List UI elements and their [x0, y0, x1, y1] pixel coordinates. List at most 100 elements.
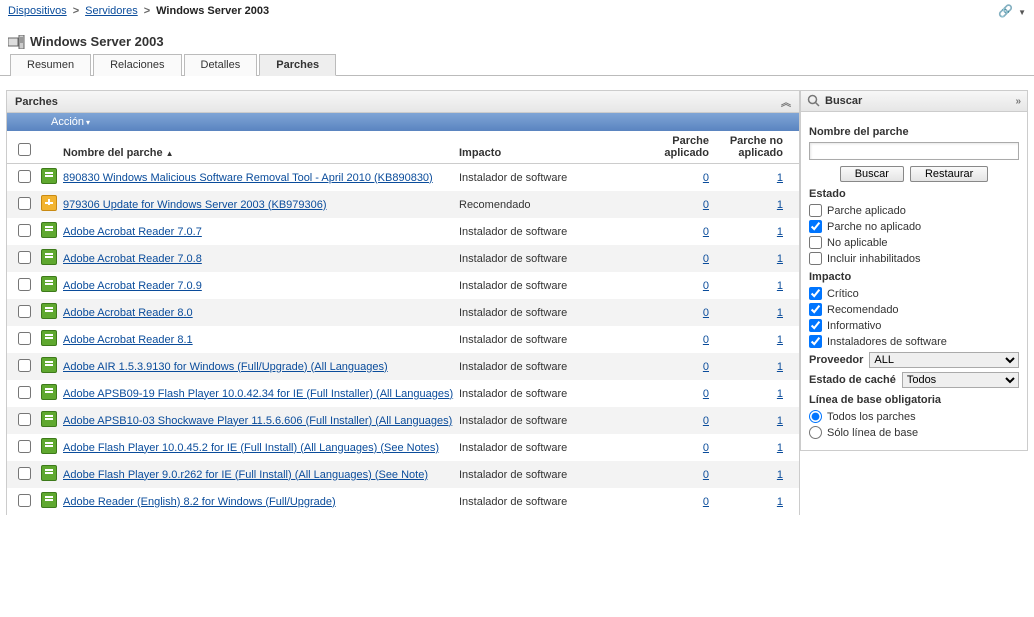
patch-notapplied-link[interactable]: 1: [777, 172, 783, 184]
patch-applied-link[interactable]: 0: [703, 307, 709, 319]
patch-applied-link[interactable]: 0: [703, 334, 709, 346]
patch-name-link[interactable]: Adobe APSB09-19 Flash Player 10.0.42.34 …: [63, 388, 453, 400]
parches-section-title: Parches: [15, 96, 58, 108]
reset-button[interactable]: Restaurar: [910, 166, 988, 182]
tab-relaciones[interactable]: Relaciones: [93, 54, 181, 76]
patch-applied-link[interactable]: 0: [703, 226, 709, 238]
impacto-checkbox[interactable]: [809, 319, 822, 332]
patch-name-link[interactable]: Adobe APSB10-03 Shockwave Player 11.5.6.…: [63, 415, 452, 427]
breadcrumb-dispositivos[interactable]: Dispositivos: [8, 5, 67, 17]
select-all-checkbox[interactable]: [18, 143, 31, 156]
patch-notapplied-link[interactable]: 1: [777, 253, 783, 265]
impacto-checkbox[interactable]: [809, 287, 822, 300]
patch-applied-link[interactable]: 0: [703, 280, 709, 292]
row-checkbox[interactable]: [18, 305, 31, 318]
impacto-checkbox[interactable]: [809, 303, 822, 316]
patch-name-link[interactable]: Adobe Acrobat Reader 7.0.7: [63, 226, 202, 238]
row-checkbox[interactable]: [18, 224, 31, 237]
patch-notapplied-link[interactable]: 1: [777, 307, 783, 319]
patch-name-link[interactable]: 979306 Update for Windows Server 2003 (K…: [63, 199, 327, 211]
col-header-impacto[interactable]: Impacto: [459, 147, 639, 159]
row-checkbox[interactable]: [18, 278, 31, 291]
patch-applied-link[interactable]: 0: [703, 199, 709, 211]
patch-icon: [41, 411, 57, 427]
row-checkbox[interactable]: [18, 413, 31, 426]
patch-applied-link[interactable]: 0: [703, 496, 709, 508]
estado-checkbox[interactable]: [809, 236, 822, 249]
row-checkbox[interactable]: [18, 440, 31, 453]
breadcrumb-separator: >: [73, 5, 79, 17]
patch-applied-link[interactable]: 0: [703, 361, 709, 373]
impacto-checkbox[interactable]: [809, 335, 822, 348]
table-row: Adobe Acrobat Reader 7.0.7Instalador de …: [7, 218, 799, 245]
proveedor-select[interactable]: ALL: [869, 352, 1019, 368]
collapse-icon[interactable]: ︽: [781, 94, 791, 109]
row-checkbox[interactable]: [18, 359, 31, 372]
tab-resumen[interactable]: Resumen: [10, 54, 91, 76]
patch-impacto: Instalador de software: [459, 307, 639, 319]
estado-checkbox[interactable]: [809, 220, 822, 233]
patch-applied-link[interactable]: 0: [703, 253, 709, 265]
patch-icon: [41, 303, 57, 319]
patch-name-link[interactable]: Adobe Reader (English) 8.2 for Windows (…: [63, 496, 336, 508]
patch-name-link[interactable]: Adobe Acrobat Reader 7.0.8: [63, 253, 202, 265]
patch-notapplied-link[interactable]: 1: [777, 199, 783, 211]
patch-applied-link[interactable]: 0: [703, 442, 709, 454]
patch-name-link[interactable]: 890830 Windows Malicious Software Remova…: [63, 172, 433, 184]
patch-notapplied-link[interactable]: 1: [777, 280, 783, 292]
action-menu[interactable]: Acción▾: [51, 116, 90, 128]
col-header-notapplied[interactable]: Parche no aplicado: [719, 135, 799, 159]
estado-checkbox[interactable]: [809, 204, 822, 217]
patch-notapplied-link[interactable]: 1: [777, 415, 783, 427]
patch-name-link[interactable]: Adobe Acrobat Reader 8.1: [63, 334, 193, 346]
table-row: Adobe Flash Player 10.0.45.2 for IE (Ful…: [7, 434, 799, 461]
row-checkbox[interactable]: [18, 251, 31, 264]
patch-applied-link[interactable]: 0: [703, 469, 709, 481]
table-row: Adobe Acrobat Reader 7.0.9Instalador de …: [7, 272, 799, 299]
tab-parches[interactable]: Parches: [259, 54, 336, 76]
row-checkbox[interactable]: [18, 332, 31, 345]
row-checkbox[interactable]: [18, 494, 31, 507]
patch-notapplied-link[interactable]: 1: [777, 469, 783, 481]
expand-icon[interactable]: »: [1015, 96, 1021, 107]
search-button[interactable]: Buscar: [840, 166, 904, 182]
patch-impacto: Instalador de software: [459, 253, 639, 265]
patch-name-link[interactable]: Adobe Acrobat Reader 7.0.9: [63, 280, 202, 292]
patch-name-link[interactable]: Adobe Acrobat Reader 8.0: [63, 307, 193, 319]
link-icon[interactable]: 🔗: [998, 4, 1013, 18]
breadcrumb-servidores[interactable]: Servidores: [85, 5, 138, 17]
patch-name-link[interactable]: Adobe Flash Player 9.0.r262 for IE (Full…: [63, 469, 428, 481]
estado-label: Parche aplicado: [827, 205, 906, 217]
patch-notapplied-link[interactable]: 1: [777, 361, 783, 373]
row-checkbox[interactable]: [18, 170, 31, 183]
row-checkbox[interactable]: [18, 197, 31, 210]
estado-checkbox[interactable]: [809, 252, 822, 265]
patch-name-link[interactable]: Adobe Flash Player 10.0.45.2 for IE (Ful…: [63, 442, 439, 454]
baseline-radio[interactable]: [809, 426, 822, 439]
cache-select[interactable]: Todos: [902, 372, 1019, 388]
tab-detalles[interactable]: Detalles: [184, 54, 258, 76]
estado-heading: Estado: [809, 188, 1019, 200]
patch-notapplied-link[interactable]: 1: [777, 226, 783, 238]
patch-applied-link[interactable]: 0: [703, 415, 709, 427]
caret-down-icon[interactable]: ▼: [1018, 8, 1026, 17]
impacto-label: Instaladores de software: [827, 336, 947, 348]
col-header-name[interactable]: Nombre del parche▲: [61, 147, 459, 159]
baseline-radio[interactable]: [809, 410, 822, 423]
patch-notapplied-link[interactable]: 1: [777, 442, 783, 454]
estado-label: No aplicable: [827, 237, 888, 249]
search-name-label: Nombre del parche: [809, 126, 1019, 138]
patch-notapplied-link[interactable]: 1: [777, 334, 783, 346]
patch-name-link[interactable]: Adobe AIR 1.5.3.9130 for Windows (Full/U…: [63, 361, 388, 373]
patch-impacto: Instalador de software: [459, 415, 639, 427]
search-name-input[interactable]: [809, 142, 1019, 160]
patch-notapplied-link[interactable]: 1: [777, 388, 783, 400]
patch-icon: [41, 168, 57, 184]
table-row: Adobe Reader (English) 8.2 for Windows (…: [7, 488, 799, 515]
patch-applied-link[interactable]: 0: [703, 172, 709, 184]
patch-notapplied-link[interactable]: 1: [777, 496, 783, 508]
row-checkbox[interactable]: [18, 386, 31, 399]
patch-applied-link[interactable]: 0: [703, 388, 709, 400]
col-header-applied[interactable]: Parche aplicado: [639, 135, 719, 159]
row-checkbox[interactable]: [18, 467, 31, 480]
